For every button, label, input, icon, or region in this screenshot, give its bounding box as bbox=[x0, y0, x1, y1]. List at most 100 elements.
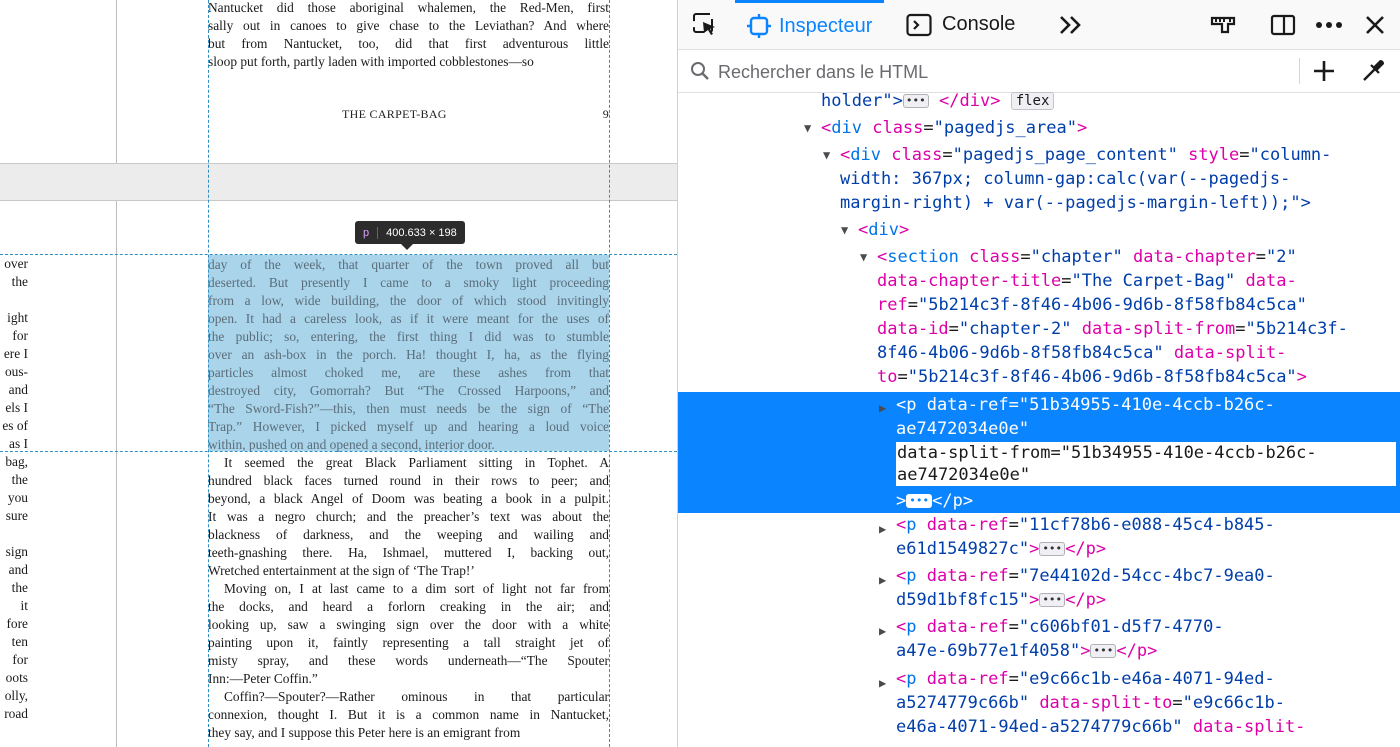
attr-value: "e9c66c1b- bbox=[1182, 693, 1285, 713]
text-line: Coffin?—Spouter?—Rather ominous in that … bbox=[224, 689, 609, 704]
tree-row[interactable]: holder"> ••• </div> flex bbox=[678, 89, 1400, 113]
markup-tree[interactable]: holder"> ••• </div> flex ▼ <div class="pa… bbox=[678, 89, 1400, 747]
attr-name: data-split- bbox=[1173, 343, 1287, 363]
attr-name: to bbox=[877, 367, 898, 387]
search-input[interactable] bbox=[716, 56, 1280, 88]
html-search-bar bbox=[678, 50, 1400, 93]
node-tag: div bbox=[831, 118, 862, 138]
text-line: the public; so, entering, the first thin… bbox=[208, 329, 609, 344]
text-fragment bbox=[0, 525, 28, 543]
tab-console[interactable]: Console bbox=[906, 0, 1015, 49]
expand-triangle-icon[interactable]: ▶ bbox=[879, 671, 893, 695]
expand-triangle-icon[interactable]: ▼ bbox=[860, 245, 874, 269]
node-tag: p bbox=[906, 669, 917, 689]
attr-value: "51b34955-410e-4ccb-b26c- bbox=[1018, 395, 1275, 415]
text-line: sloop put forth, partly laden with impor… bbox=[208, 54, 534, 69]
tab-inspector-label: Inspecteur bbox=[779, 14, 873, 37]
attr-name: data-ref bbox=[926, 395, 1009, 415]
text-fragment: it bbox=[20, 598, 28, 613]
collapsed-children-ellipsis[interactable]: ••• bbox=[1090, 644, 1117, 658]
attr-value: "c606bf01-d5f7-4770- bbox=[1018, 617, 1224, 637]
close-icon[interactable] bbox=[1360, 10, 1390, 40]
attribute-edit-input[interactable]: data-split-from="51b34955-410e-4ccb-b26c… bbox=[895, 441, 1397, 487]
text-fragment: ere I bbox=[3, 346, 28, 361]
tree-row[interactable]: ▼ <section class="chapter" data-chapter=… bbox=[678, 245, 1400, 389]
more-tools-chevron-icon[interactable] bbox=[1056, 10, 1086, 40]
text-fragment: bag, bbox=[5, 454, 28, 469]
text-line: Trap.” However, I picked myself up and h… bbox=[208, 419, 609, 434]
tooltip-tag: p bbox=[355, 226, 379, 239]
text-fragment: and bbox=[8, 562, 28, 577]
attr-value: "The Carpet-Bag" bbox=[1071, 271, 1236, 291]
text-line: they say, and I suppose this Peter here … bbox=[208, 725, 521, 740]
more-options-icon[interactable] bbox=[1314, 10, 1344, 40]
left-page-fragments: over the ight for ere Ious-and els Ies of as I… bbox=[0, 255, 28, 723]
page-margin-line bbox=[116, 0, 117, 747]
text-line: Moving on, I at last came to a dim sort … bbox=[224, 581, 609, 596]
devtools-panel: Inspecteur Console hold bbox=[677, 0, 1400, 747]
attr-value: d59d1bf8fc15" bbox=[896, 590, 1030, 610]
page-preview[interactable]: Nantucket did those aboriginal whalemen,… bbox=[0, 0, 677, 747]
attr-value: "7e44102d-54cc-4bc7-9ea0- bbox=[1018, 566, 1275, 586]
tree-row[interactable]: ▶ <p data-ref="c606bf01-d5f7-4770- a47e-… bbox=[678, 615, 1400, 663]
text-line: particles almost choked me, are these as… bbox=[208, 365, 609, 380]
collapsed-children-ellipsis[interactable]: ••• bbox=[1039, 542, 1066, 556]
expand-triangle-icon[interactable]: ▼ bbox=[823, 143, 837, 167]
flex-badge[interactable]: flex bbox=[1010, 92, 1055, 110]
expand-triangle-icon[interactable]: ▼ bbox=[841, 218, 855, 242]
text-line: deserted. But presently I came to a smok… bbox=[208, 275, 609, 290]
paragraph: It seemed the great Black Parliament sit… bbox=[208, 454, 609, 580]
expand-triangle-icon[interactable]: ▶ bbox=[879, 568, 893, 592]
text-fragment bbox=[0, 291, 28, 309]
tab-inspector[interactable]: Inspecteur bbox=[735, 0, 885, 49]
attr-name: data-ref bbox=[926, 617, 1009, 637]
tree-row[interactable]: ▶ <p data-ref="7e44102d-54cc-4bc7-9ea0- … bbox=[678, 564, 1400, 612]
text-line: Wretched entertainment at the sign of ‘T… bbox=[208, 563, 475, 578]
add-node-icon[interactable] bbox=[1312, 59, 1336, 83]
tree-row[interactable]: ▼ <div> bbox=[678, 218, 1400, 242]
collapsed-children-ellipsis[interactable]: ••• bbox=[1039, 593, 1066, 607]
attr-name: data-id bbox=[877, 319, 949, 339]
attr-name: class bbox=[872, 118, 924, 138]
text-fragment: fore bbox=[6, 616, 28, 631]
attr-value: e46a-4071-94ed-a5274779c66b" bbox=[896, 717, 1183, 737]
node-tag: section bbox=[887, 247, 959, 267]
expand-triangle-icon[interactable]: ▶ bbox=[879, 619, 893, 643]
tree-row[interactable]: ▼ <div class="pagedjs_page_content" styl… bbox=[678, 143, 1400, 215]
eyedropper-icon[interactable] bbox=[1360, 58, 1386, 84]
attr-value: e61d1549827c" bbox=[896, 539, 1030, 559]
text-fragment: over bbox=[4, 256, 28, 271]
expand-triangle-icon[interactable]: ▼ bbox=[804, 116, 818, 140]
collapse-triangle-icon[interactable]: ▶ bbox=[879, 396, 893, 420]
attr-value: "5b214c3f- bbox=[1245, 319, 1348, 339]
tooltip-size: 400.633 × 198 bbox=[386, 226, 457, 239]
text-fragment: ten bbox=[11, 634, 28, 649]
expand-triangle-icon[interactable]: ▶ bbox=[879, 517, 893, 541]
collapsed-children-ellipsis[interactable]: ••• bbox=[902, 94, 929, 108]
text-fragment: sure bbox=[5, 508, 28, 523]
tree-row[interactable]: ▶ <p data-ref="e9c66c1b-e46a-4071-94ed- … bbox=[678, 667, 1400, 739]
text-fragment: oots bbox=[5, 670, 28, 685]
tree-row[interactable]: ▼ <div class="pagedjs_area"> bbox=[678, 116, 1400, 140]
collapsed-children-ellipsis[interactable]: ••• bbox=[906, 494, 933, 508]
responsive-design-icon[interactable] bbox=[1208, 10, 1238, 40]
text-line: the docks, and heard a forlorn creaking … bbox=[208, 599, 609, 614]
text-line: day of the week, that quarter of the tow… bbox=[208, 257, 609, 272]
tree-row[interactable]: ▶ <p data-ref="11cf78b6-e088-45c4-b845- … bbox=[678, 513, 1400, 561]
text-line: “The Sword-Fish?”—this, then must needs … bbox=[208, 401, 609, 416]
attr-value: "chapter-2" bbox=[958, 319, 1072, 339]
attr-name: style bbox=[1188, 145, 1240, 165]
node-close-tag: </p> bbox=[1116, 641, 1158, 661]
node-tag: p bbox=[906, 395, 917, 415]
page-gap bbox=[0, 163, 677, 201]
text-line: painting upon it, faintly representing a… bbox=[208, 635, 609, 650]
attr-name: data-split-from bbox=[1081, 319, 1236, 339]
attr-name: data-ref bbox=[926, 566, 1009, 586]
text-line: blackness of darkness, and the weeping a… bbox=[208, 527, 609, 542]
text-line: over an ash-box in the porch. Ha! though… bbox=[208, 347, 609, 362]
dock-side-icon[interactable] bbox=[1268, 10, 1298, 40]
highlighted-paragraph[interactable]: day of the week, that quarter of the tow… bbox=[208, 256, 609, 454]
element-picker-icon[interactable] bbox=[690, 10, 720, 40]
attr-value: 8f46-4b06-9d6b-8f58fb84c5ca" bbox=[877, 343, 1164, 363]
text-line: beyond, a black Angel of Doom was beatin… bbox=[208, 491, 609, 506]
